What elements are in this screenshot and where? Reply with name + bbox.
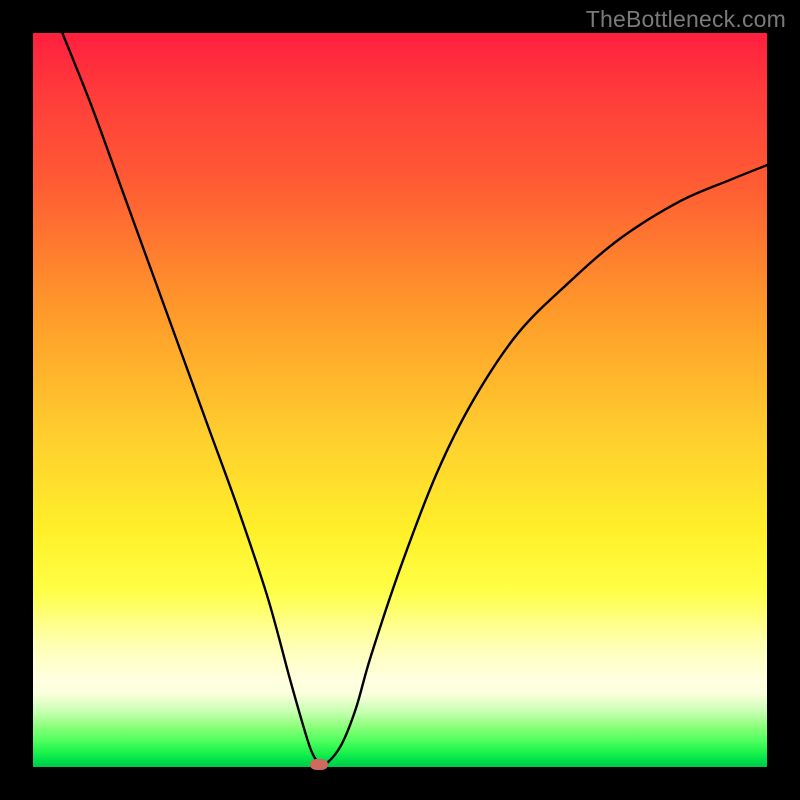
curve-svg (33, 33, 767, 767)
watermark-text: TheBottleneck.com (586, 6, 786, 33)
optimal-marker (310, 759, 328, 770)
bottleneck-curve-path (62, 33, 767, 765)
chart-stage: TheBottleneck.com (0, 0, 800, 800)
plot-area (33, 33, 767, 767)
